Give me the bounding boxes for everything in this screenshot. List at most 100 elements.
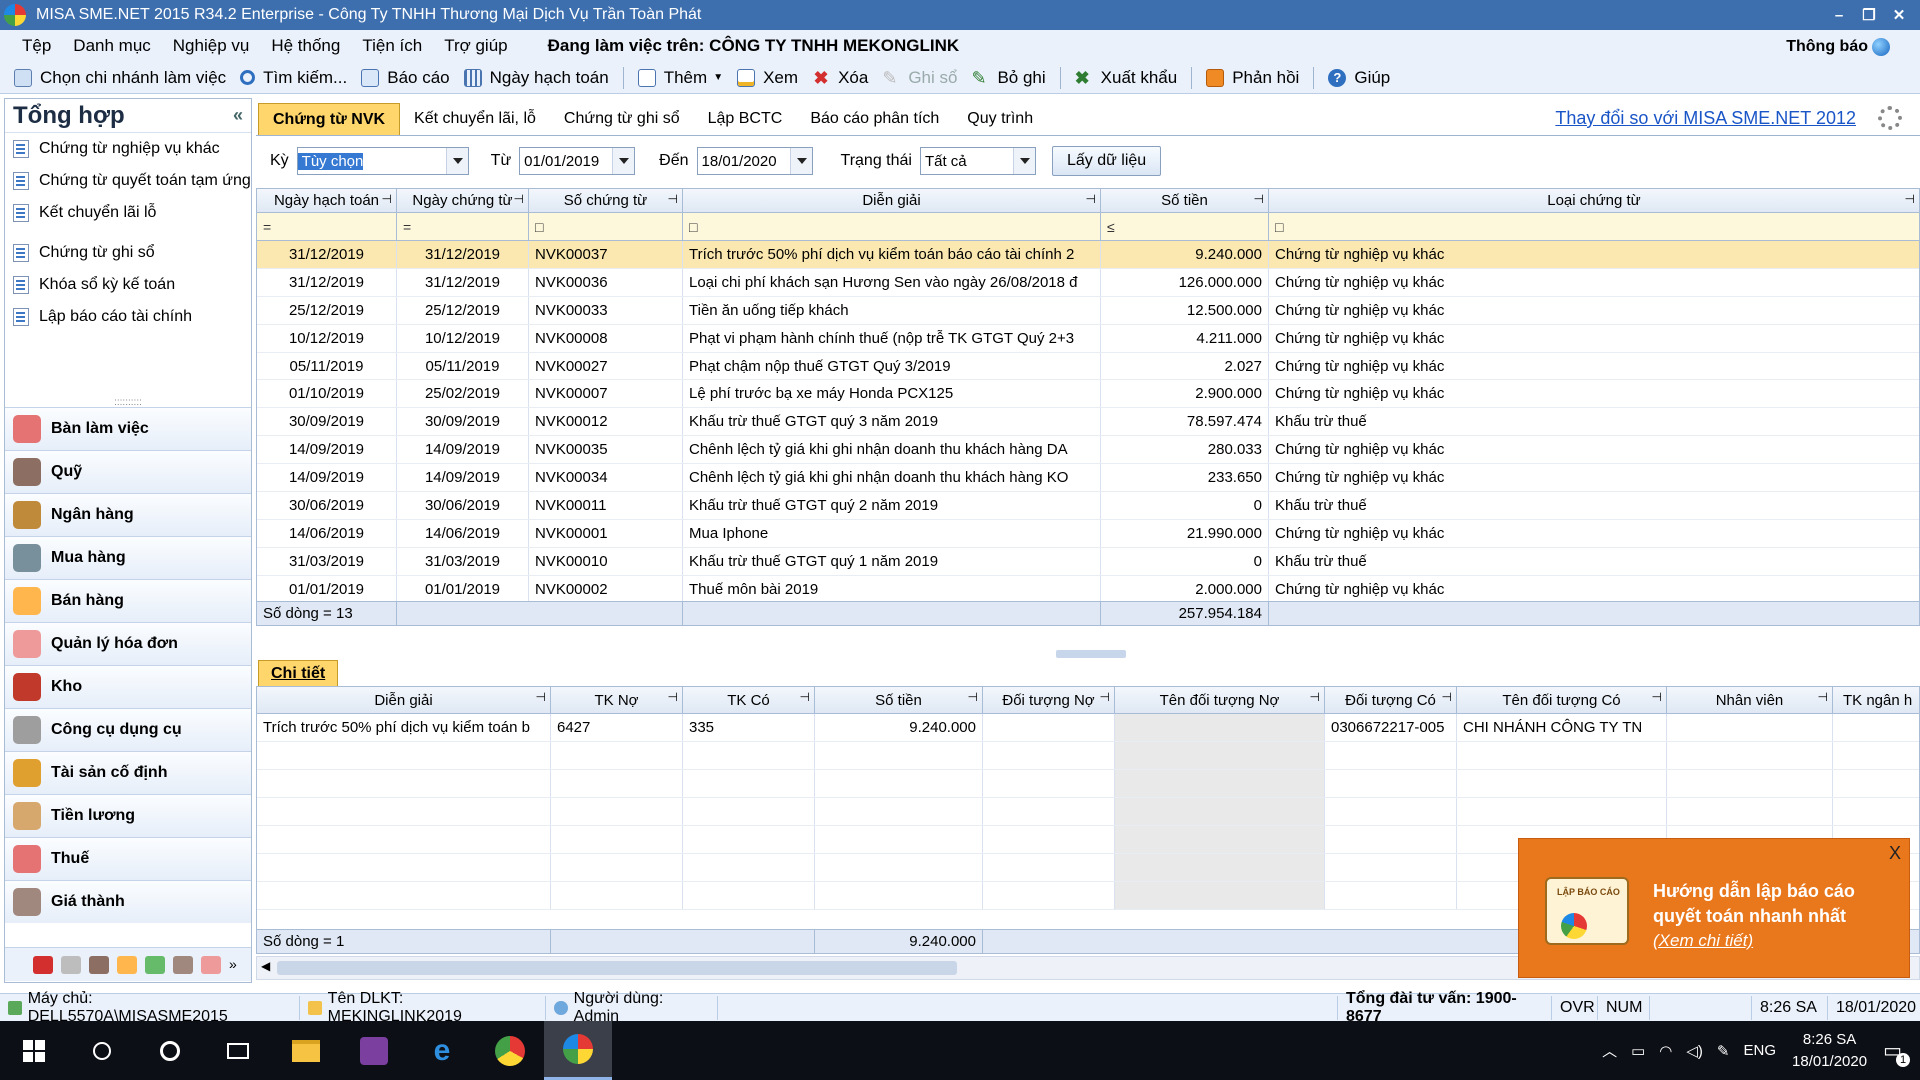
collapse-icon[interactable]: « bbox=[233, 105, 243, 126]
col-credit-account[interactable]: TK Có ⊣ bbox=[683, 687, 815, 713]
module-inventory[interactable]: Kho bbox=[5, 665, 251, 708]
windows-start-icon[interactable] bbox=[0, 1021, 68, 1080]
filter-cell[interactable]: □ bbox=[529, 213, 683, 240]
tab-nvk[interactable]: Chứng từ NVK bbox=[258, 103, 401, 135]
col-voucher-no[interactable]: Số chứng từ ⊣ bbox=[529, 189, 683, 212]
to-date-field[interactable]: 18/01/2020 bbox=[696, 147, 813, 175]
fetch-data-button[interactable]: Lấy dữ liệu bbox=[1051, 146, 1162, 176]
battery-icon[interactable]: ▭ bbox=[1631, 1042, 1645, 1060]
sidebar-item-profit-transfer[interactable]: Kết chuyển lãi lỗ bbox=[5, 197, 251, 229]
minimize-icon[interactable]: – bbox=[1824, 7, 1854, 24]
feedback-button[interactable]: Phản hồi bbox=[1206, 68, 1299, 88]
cortana-icon[interactable] bbox=[136, 1021, 204, 1080]
pin-icon[interactable]: ⊣ bbox=[1086, 192, 1096, 206]
language-indicator[interactable]: ENG bbox=[1744, 1042, 1777, 1059]
report-button[interactable]: Báo cáo bbox=[361, 68, 450, 88]
posting-date-button[interactable]: Ngày hạch toán bbox=[463, 68, 609, 88]
module-bank[interactable]: Ngân hàng bbox=[5, 493, 251, 536]
pin-icon[interactable]: ⊣ bbox=[1905, 192, 1915, 206]
popup-detail-link[interactable]: (Xem chi tiết) bbox=[1653, 931, 1753, 951]
col-posting-date[interactable]: Ngày hạch toán ⊣ bbox=[257, 189, 397, 212]
shortcut-icon[interactable] bbox=[61, 955, 81, 974]
table-row[interactable]: 31/03/2019 31/03/2019 NVK00010 Khấu trừ thu… bbox=[257, 547, 1919, 576]
module-cash[interactable]: Quỹ bbox=[5, 450, 251, 493]
delete-button[interactable]: ✖ Xóa bbox=[812, 68, 869, 88]
module-tools[interactable]: Công cụ dụng cụ bbox=[5, 708, 251, 751]
misa-app-icon[interactable] bbox=[544, 1021, 612, 1080]
table-row[interactable]: 31/12/2019 31/12/2019 NVK00036 Loại chi phí… bbox=[257, 268, 1919, 297]
tray-expand-icon[interactable]: ︿ bbox=[1602, 1040, 1617, 1061]
search-icon[interactable] bbox=[68, 1021, 136, 1080]
table-row[interactable]: 30/09/2019 30/09/2019 NVK00012 Khấu trừ thu… bbox=[257, 408, 1919, 437]
module-purchase[interactable]: Mua hàng bbox=[5, 536, 251, 579]
sidebar-item-financial-report[interactable]: Lập báo cáo tài chính bbox=[5, 301, 251, 333]
menu-catalog[interactable]: Danh mục bbox=[73, 36, 150, 56]
table-row[interactable]: 14/09/2019 14/09/2019 NVK00034 Chênh lệch t… bbox=[257, 464, 1919, 493]
action-center-icon[interactable]: ▭ 1 bbox=[1883, 1038, 1910, 1067]
tab-profit-transfer[interactable]: Kết chuyển lãi, lỗ bbox=[400, 103, 550, 135]
chevron-down-icon[interactable] bbox=[612, 148, 635, 174]
shortcut-icon[interactable] bbox=[33, 955, 53, 974]
view-button[interactable]: Xem bbox=[737, 68, 798, 88]
post-button[interactable]: ✎ Ghi sổ bbox=[882, 68, 957, 88]
pin-icon[interactable]: ⊣ bbox=[536, 690, 546, 704]
menu-system[interactable]: Hệ thống bbox=[271, 36, 340, 56]
col-debit-object-name[interactable]: Tên đối tượng Nợ ⊣ bbox=[1115, 687, 1325, 713]
volume-icon[interactable]: ◁) bbox=[1686, 1042, 1703, 1060]
pin-icon[interactable]: ⊣ bbox=[1652, 690, 1662, 704]
module-invoice[interactable]: Quản lý hóa đơn bbox=[5, 622, 251, 665]
col-voucher-type[interactable]: Loại chứng từ ⊣ bbox=[1269, 189, 1919, 212]
module-tax[interactable]: Thuế bbox=[5, 837, 251, 880]
module-costing[interactable]: Giá thành bbox=[5, 880, 251, 923]
tab-ledger-voucher[interactable]: Chứng từ ghi sổ bbox=[550, 103, 694, 135]
grid-splitter[interactable] bbox=[1056, 650, 1126, 658]
gear-icon[interactable] bbox=[1878, 106, 1902, 130]
wifi-icon[interactable]: ◠ bbox=[1659, 1042, 1672, 1060]
chevron-down-icon[interactable] bbox=[1012, 148, 1035, 174]
chevron-down-icon[interactable] bbox=[445, 148, 468, 174]
pin-icon[interactable]: ⊣ bbox=[1442, 690, 1452, 704]
pin-icon[interactable]: ⊣ bbox=[1818, 690, 1828, 704]
col-bank-account[interactable]: TK ngân h bbox=[1833, 687, 1919, 713]
table-row[interactable]: Trích trước 50% phí dịch vụ kiểm toán b6… bbox=[257, 714, 1919, 742]
pen-icon[interactable]: ✎ bbox=[1717, 1042, 1730, 1060]
col-employee[interactable]: Nhân viên ⊣ bbox=[1667, 687, 1833, 713]
task-view-icon[interactable] bbox=[204, 1021, 272, 1080]
branch-button[interactable]: Chọn chi nhánh làm việc bbox=[14, 68, 226, 88]
table-row[interactable]: 30/06/2019 30/06/2019 NVK00011 Khấu trừ thu… bbox=[257, 492, 1919, 520]
tab-analysis[interactable]: Báo cáo phân tích bbox=[796, 103, 953, 135]
pin-icon[interactable]: ⊣ bbox=[1100, 690, 1110, 704]
menu-help[interactable]: Trợ giúp bbox=[444, 36, 507, 56]
table-row[interactable]: 31/12/2019 31/12/2019 NVK00037 Trích trước … bbox=[257, 241, 1919, 269]
scroll-left-icon[interactable]: ◀ bbox=[261, 959, 270, 973]
filter-cell[interactable]: □ bbox=[683, 213, 1101, 240]
period-select[interactable]: Tùy chọn bbox=[296, 147, 469, 175]
col-credit-object[interactable]: Đối tượng Có ⊣ bbox=[1325, 687, 1457, 713]
table-row[interactable] bbox=[257, 798, 1919, 826]
panel-splitter[interactable]: :::::::::: bbox=[5, 397, 251, 408]
menu-operations[interactable]: Nghiệp vụ bbox=[173, 36, 250, 56]
pin-icon[interactable]: ⊣ bbox=[800, 690, 810, 704]
table-row[interactable]: 14/06/2019 14/06/2019 NVK00001 Mua Iphone 21… bbox=[257, 519, 1919, 548]
notifications-button[interactable]: Thông báo bbox=[1786, 38, 1890, 56]
taskbar-clock[interactable]: 8:26 SA 18/01/2020 bbox=[1792, 1029, 1867, 1073]
chevron-down-icon[interactable] bbox=[789, 148, 812, 174]
unpost-button[interactable]: ✎ Bỏ ghi bbox=[971, 68, 1045, 88]
export-button[interactable]: ✖ Xuất khẩu bbox=[1075, 68, 1178, 88]
sidebar-item-advance-settlement[interactable]: Chứng từ quyết toán tạm ứng bbox=[5, 165, 251, 197]
col-debit-object[interactable]: Đối tượng Nợ ⊣ bbox=[983, 687, 1115, 713]
shortcut-icon[interactable] bbox=[117, 955, 137, 974]
scrollbar-thumb[interactable] bbox=[277, 961, 957, 975]
shortcut-icon[interactable] bbox=[89, 955, 109, 974]
table-row[interactable]: 25/12/2019 25/12/2019 NVK00033 Tiền ăn uống… bbox=[257, 296, 1919, 325]
pin-icon[interactable]: ⊣ bbox=[1254, 192, 1264, 206]
col-voucher-date[interactable]: Ngày chứng từ ⊣ bbox=[397, 189, 529, 212]
from-date-field[interactable]: 01/01/2019 bbox=[519, 147, 636, 175]
status-select[interactable]: Tất cả bbox=[919, 147, 1036, 175]
table-row[interactable] bbox=[257, 770, 1919, 798]
col-description[interactable]: Diễn giải ⊣ bbox=[683, 189, 1101, 212]
menu-file[interactable]: Tệp bbox=[22, 36, 51, 56]
pin-icon[interactable]: ⊣ bbox=[1310, 690, 1320, 704]
col-detail-amount[interactable]: Số tiền ⊣ bbox=[815, 687, 983, 713]
module-sales[interactable]: Bán hàng bbox=[5, 579, 251, 622]
